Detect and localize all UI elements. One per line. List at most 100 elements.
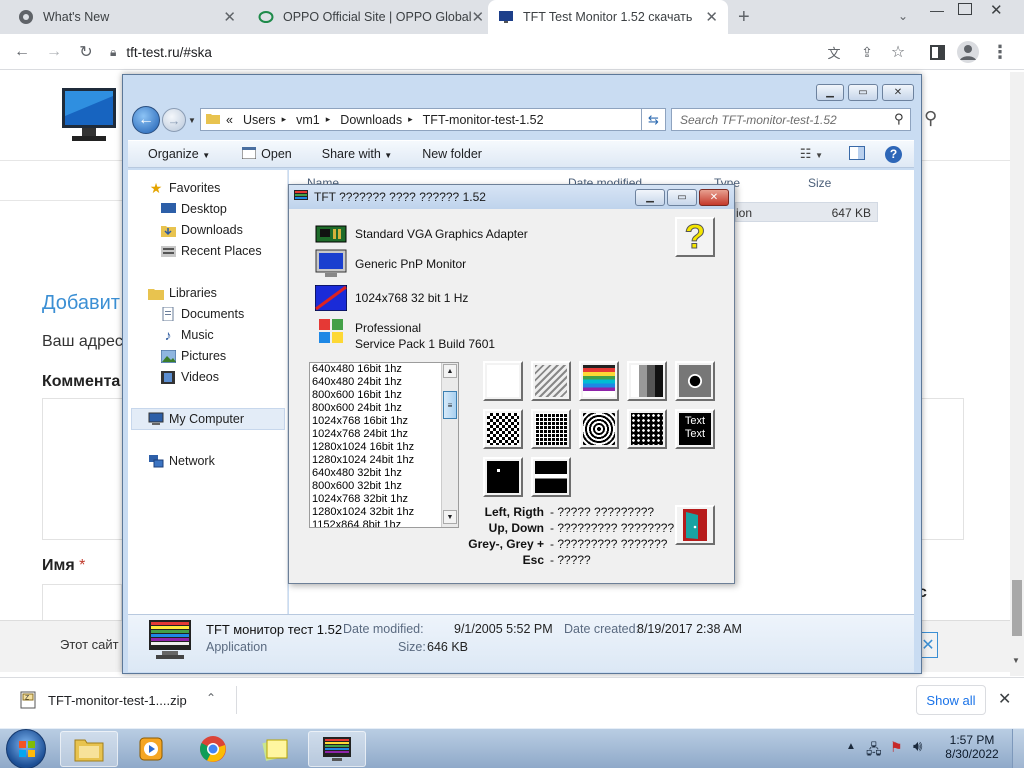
video-mode-item[interactable]: 1024x768 16bit 1hz [310,415,458,428]
taskbar-sticky-notes[interactable] [246,731,304,767]
forward-icon[interactable]: → [42,40,66,64]
tab-oppo[interactable]: OPPO Official Site | OPPO Global ✕ [248,0,486,34]
explorer-close-icon[interactable]: ✕ [882,84,914,101]
address-bar[interactable]: 🔒︎ tft-test.ru/#ska [110,38,910,66]
video-mode-item[interactable]: 640x480 16bit 1hz [310,363,458,376]
scroll-down-arrow-icon[interactable]: ▼ [443,510,457,524]
start-button[interactable] [6,729,46,768]
translate-icon[interactable]: 文 [822,40,846,64]
dot-grid-test-button[interactable] [627,409,667,449]
nav-libraries[interactable]: Libraries [148,286,217,300]
help-question-button[interactable]: ? [675,217,715,257]
close-tab-icon[interactable]: ✕ [472,8,485,26]
bookmark-star-icon[interactable]: ☆ [886,40,910,64]
preview-pane-icon[interactable] [849,145,865,163]
taskbar-media-player[interactable] [122,731,180,767]
nav-network[interactable]: Network [148,454,215,468]
breadcrumb-vm1[interactable]: vm1 [296,113,320,127]
tray-clock[interactable]: 1:57 PM 8/30/2022 [944,733,1000,761]
view-options-icon[interactable]: ☷ ▼ [800,146,823,162]
new-folder-button[interactable]: New folder [422,147,482,161]
menu-kebab-icon[interactable]: ⋮ [988,40,1012,64]
video-mode-item[interactable]: 1280x1024 24bit 1hz [310,454,458,467]
nav-documents[interactable]: Documents [160,307,244,321]
tft-maximize-icon[interactable]: ▭ [667,189,697,206]
video-mode-item[interactable]: 800x600 32bit 1hz [310,480,458,493]
page-scrollbar[interactable]: ▼ [1010,72,1024,676]
breadcrumb-users[interactable]: Users [243,113,276,127]
video-mode-item[interactable]: 1280x1024 32bit 1hz [310,506,458,519]
nav-downloads[interactable]: Downloads [160,223,243,237]
circles-test-button[interactable] [579,409,619,449]
restore-icon[interactable] [958,3,972,15]
nav-favorites[interactable]: ★ Favorites [148,180,221,196]
scroll-up-arrow-icon[interactable]: ▲ [443,364,457,378]
site-logo-monitor-icon[interactable] [60,86,118,148]
grid-test-button[interactable] [531,409,571,449]
download-file-name[interactable]: TFT-monitor-test-1....zip [48,693,187,708]
site-search-icon[interactable]: ⚲ [924,108,937,129]
side-panel-icon[interactable] [925,40,949,64]
tray-volume-icon[interactable]: 🔊︎ [913,738,922,755]
tab-whats-new[interactable]: What's New ✕ [8,0,246,34]
explorer-forward-icon[interactable]: → [162,108,186,132]
close-tab-icon[interactable]: ✕ [223,8,236,26]
nav-recent-places[interactable]: Recent Places [160,244,262,258]
taskbar-chrome[interactable] [184,731,242,767]
checkerboard-test-button[interactable] [483,409,523,449]
column-header-size[interactable]: Size [808,176,831,190]
breadcrumb-overflow[interactable]: « [226,113,233,127]
download-options-chevron-icon[interactable]: ⌃ [206,691,216,705]
recent-pages-dropdown-icon[interactable]: ▼ [188,116,196,125]
scrollbar-thumb[interactable]: ≡ [443,391,457,419]
video-mode-item[interactable]: 1152x864 8bit 1hz [310,519,458,527]
nav-desktop[interactable]: Desktop [160,202,227,216]
explorer-search-input[interactable]: Search TFT-monitor-test-1.52 [671,108,911,131]
white-screen-test-button[interactable] [483,361,523,401]
explorer-minimize-icon[interactable]: ▁ [816,84,844,101]
modes-scrollbar[interactable]: ▲ ≡ ▼ [441,363,458,527]
video-mode-item[interactable]: 800x600 16bit 1hz [310,389,458,402]
new-tab-icon[interactable]: + [738,6,750,29]
file-row-selected[interactable]: ion 647 KB [735,202,878,222]
tray-action-center-icon[interactable]: ⚑ [890,739,903,756]
video-mode-item[interactable]: 640x480 32bit 1hz [310,467,458,480]
tab-tft-test[interactable]: TFT Test Monitor 1.52 скачать ✕ [488,0,728,34]
explorer-back-icon[interactable]: ← [132,106,160,134]
close-download-shelf-icon[interactable]: ✕ [998,689,1011,709]
name-input[interactable] [42,584,122,624]
close-window-icon[interactable]: ✕ [990,1,1003,19]
tft-minimize-icon[interactable]: ▁ [635,189,665,206]
tray-network-icon[interactable]: 🖧︎ [866,739,882,763]
search-magnifier-icon[interactable]: ⚲ [894,111,904,127]
show-desktop-button[interactable] [1012,729,1024,768]
help-icon[interactable]: ? [885,145,902,163]
breadcrumb-tft-folder[interactable]: TFT-monitor-test-1.52 [423,113,544,127]
tray-show-hidden-icon[interactable]: ▲ [846,741,856,752]
share-icon[interactable]: ⇪ [855,40,879,64]
breadcrumb-downloads[interactable]: Downloads [340,113,402,127]
video-modes-list[interactable]: 640x480 16bit 1hz 640x480 24bit 1hz 800x60… [309,362,459,528]
show-all-button[interactable]: Show all [916,685,986,715]
minimize-icon[interactable]: — [930,2,944,18]
gradient-test-button[interactable] [531,361,571,401]
text-test-button[interactable]: Text Text [675,409,715,449]
video-mode-item[interactable]: 1024x768 32bit 1hz [310,493,458,506]
tft-close-icon[interactable]: ✕ [699,189,729,206]
profile-avatar-icon[interactable] [956,40,980,64]
exit-button[interactable] [675,505,715,545]
grayscale-test-button[interactable] [627,361,667,401]
video-mode-item[interactable]: 1024x768 24bit 1hz [310,428,458,441]
scroll-down-arrow-icon[interactable]: ▼ [1012,656,1020,665]
taskbar-explorer[interactable] [60,731,118,767]
video-mode-item[interactable]: 1280x1024 16bit 1hz [310,441,458,454]
tab-search-icon[interactable]: ⌄ [898,9,908,23]
nav-pictures[interactable]: Pictures [160,349,226,363]
video-mode-item[interactable]: 640x480 24bit 1hz [310,376,458,389]
organize-button[interactable]: Organize ▼ [148,147,210,161]
color-bars-test-button[interactable] [579,361,619,401]
close-tab-icon[interactable]: ✕ [705,8,718,26]
nav-music[interactable]: ♪ Music [160,327,214,343]
explorer-maximize-icon[interactable]: ▭ [848,84,878,101]
share-with-button[interactable]: Share with ▼ [322,147,392,161]
